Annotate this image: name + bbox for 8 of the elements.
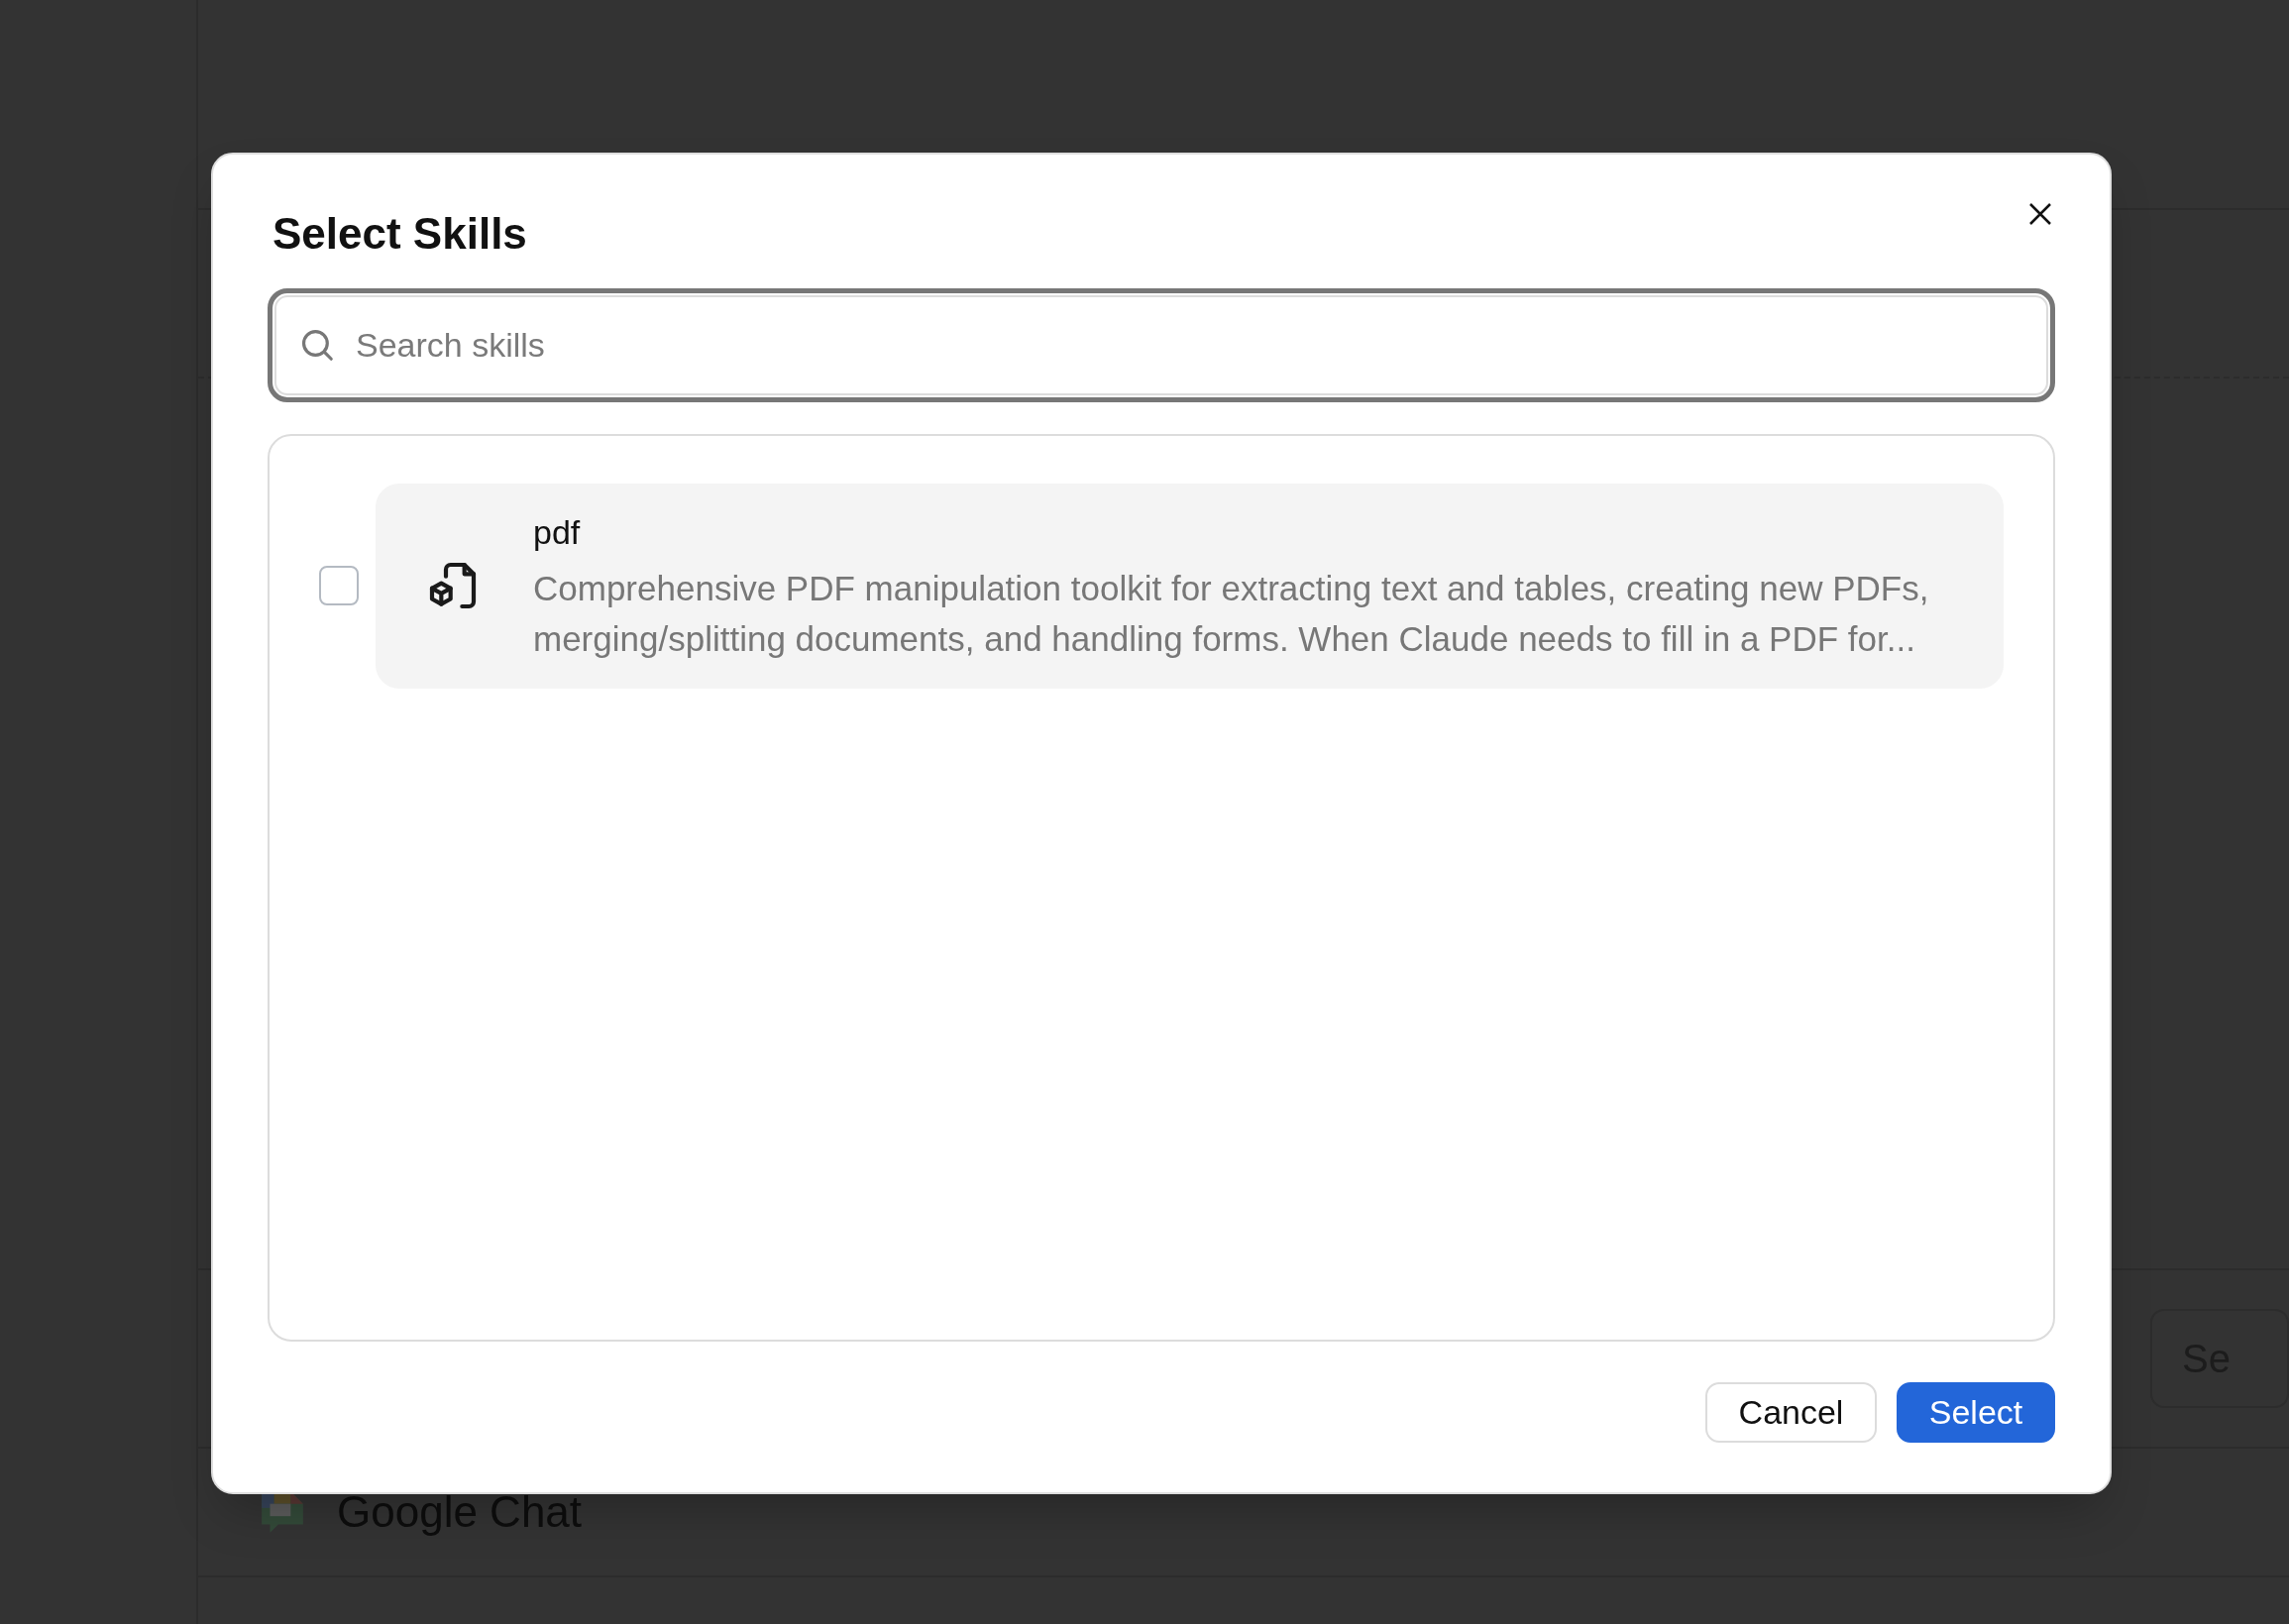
- search-field[interactable]: Search skills: [268, 288, 2055, 402]
- checkbox[interactable]: [319, 566, 359, 606]
- select-button[interactable]: Select: [1897, 1382, 2055, 1443]
- skill-name: pdf: [533, 512, 582, 553]
- skill-description: Comprehensive PDF manipulation toolkit for extracting text and tables, creating new PDFs, merging/splitting documents, and handling forms. When Claude needs to fill in a PDF for...: [533, 568, 1930, 660]
- cancel-button[interactable]: Cancel: [1705, 1382, 1877, 1443]
- skill-item[interactable]: pdf Comprehensive PDF manipulation toolkit for extracting text and tables, creating new PDFs, merging/splitting documents, and handling forms. When Claude needs to fill in a PDF for...: [376, 484, 2004, 689]
- dialog-title: Select Skills: [272, 208, 527, 260]
